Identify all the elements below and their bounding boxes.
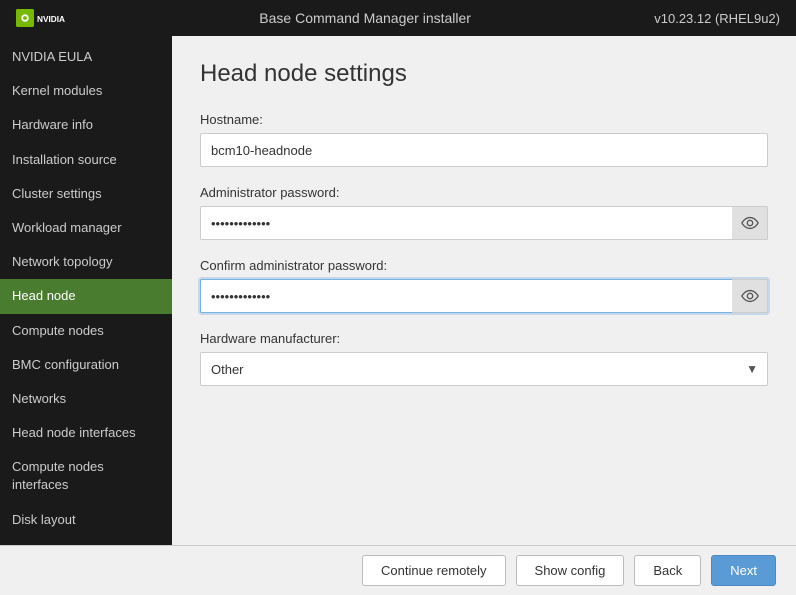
sidebar-item-networks[interactable]: Networks [0,382,172,416]
app-title: Base Command Manager installer [259,10,471,26]
nvidia-logo-area: NVIDIA [16,7,76,29]
sidebar-item-workload-manager[interactable]: Workload manager [0,211,172,245]
sidebar-item-network-topology[interactable]: Network topology [0,245,172,279]
sidebar-item-cluster-settings[interactable]: Cluster settings [0,177,172,211]
content-area: Head node settings Hostname: Administrat… [172,36,796,545]
confirm-password-toggle-button[interactable] [732,279,768,313]
nvidia-logo-svg: NVIDIA [16,7,76,29]
sidebar: NVIDIA EULAKernel modulesHardware infoIn… [0,36,172,545]
sidebar-item-nvidia-eula[interactable]: NVIDIA EULA [0,40,172,74]
hardware-manufacturer-group: Hardware manufacturer: Other Dell HP Len… [200,331,768,386]
hardware-manufacturer-select[interactable]: Other Dell HP Lenovo Supermicro [200,352,768,386]
sidebar-item-head-node-interfaces[interactable]: Head node interfaces [0,416,172,450]
admin-password-label: Administrator password: [200,185,768,200]
hostname-label: Hostname: [200,112,768,127]
eye-icon-confirm [741,287,759,305]
svg-text:NVIDIA: NVIDIA [37,15,65,24]
admin-password-toggle-button[interactable] [732,206,768,240]
hostname-group: Hostname: [200,112,768,167]
sidebar-item-disk-layout[interactable]: Disk layout [0,503,172,537]
confirm-password-group: Confirm administrator password: [200,258,768,313]
back-button[interactable]: Back [634,555,701,586]
sidebar-item-bmc-configuration[interactable]: BMC configuration [0,348,172,382]
app-header: NVIDIA Base Command Manager installer v1… [0,0,796,36]
footer: Continue remotely Show config Back Next [0,545,796,595]
sidebar-item-disk-layout-settings[interactable]: Disk layout settings [0,537,172,545]
admin-password-input[interactable] [200,206,768,240]
admin-password-group: Administrator password: [200,185,768,240]
hostname-input[interactable] [200,133,768,167]
admin-password-field-wrapper [200,206,768,240]
page-title: Head node settings [200,60,768,88]
main-layout: NVIDIA EULAKernel modulesHardware infoIn… [0,36,796,545]
app-version: v10.23.12 (RHEL9u2) [654,11,780,26]
confirm-password-label: Confirm administrator password: [200,258,768,273]
confirm-password-field-wrapper [200,279,768,313]
eye-icon [741,214,759,232]
sidebar-item-installation-source[interactable]: Installation source [0,143,172,177]
continue-remotely-button[interactable]: Continue remotely [362,555,506,586]
hardware-manufacturer-label: Hardware manufacturer: [200,331,768,346]
sidebar-item-compute-nodes-interfaces[interactable]: Compute nodes interfaces [0,450,172,502]
hardware-manufacturer-select-wrapper: Other Dell HP Lenovo Supermicro ▼ [200,352,768,386]
sidebar-item-hardware-info[interactable]: Hardware info [0,108,172,142]
sidebar-item-head-node[interactable]: Head node [0,279,172,313]
sidebar-item-compute-nodes[interactable]: Compute nodes [0,314,172,348]
next-button[interactable]: Next [711,555,776,586]
sidebar-item-kernel-modules[interactable]: Kernel modules [0,74,172,108]
confirm-password-input[interactable] [200,279,768,313]
show-config-button[interactable]: Show config [516,555,625,586]
